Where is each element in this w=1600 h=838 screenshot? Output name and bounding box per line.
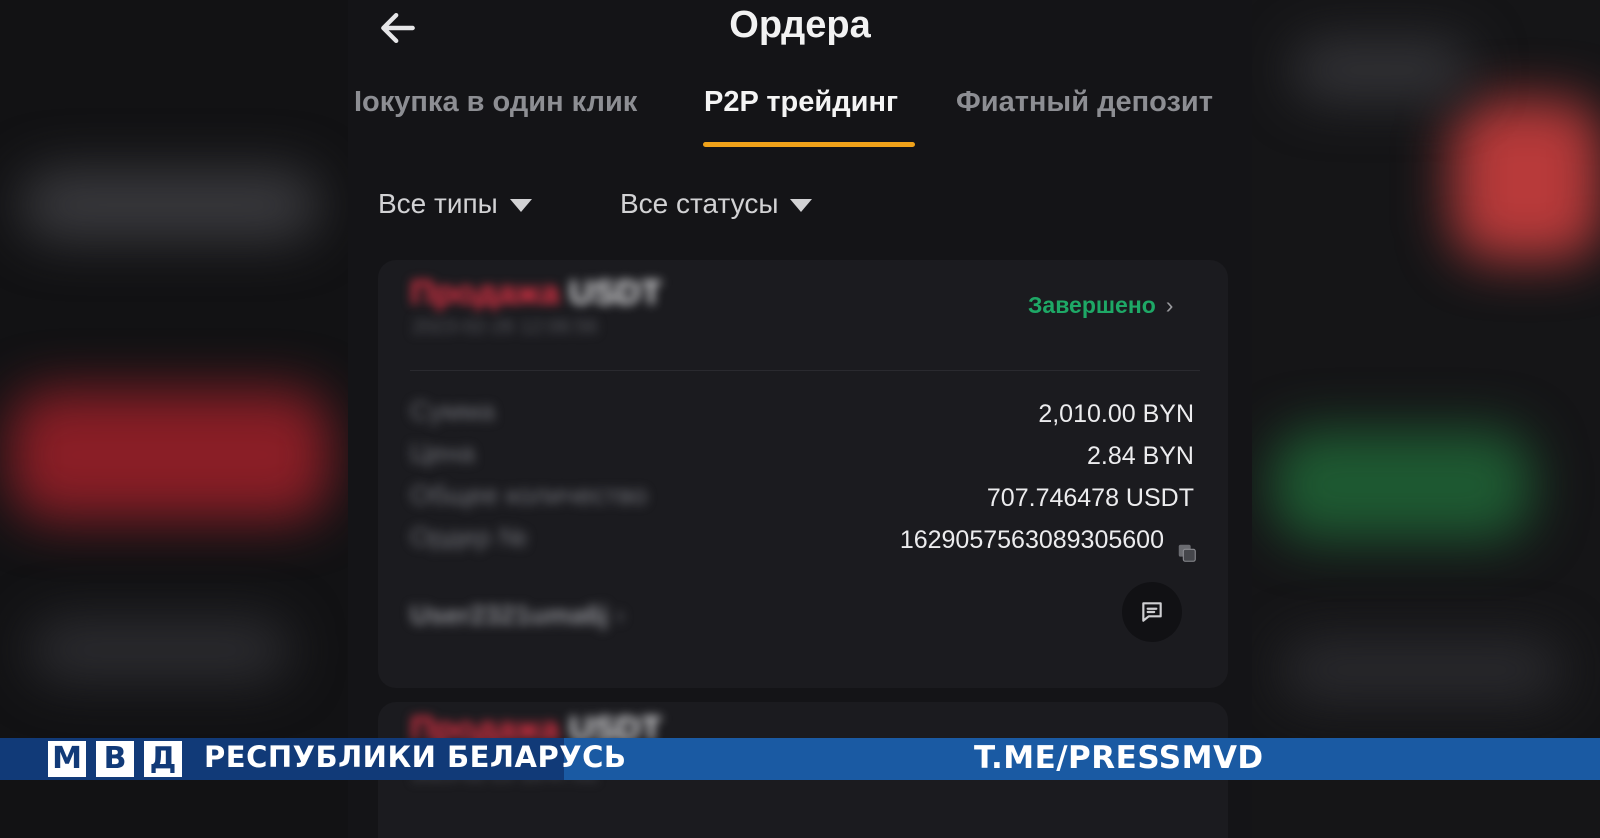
banner-org-name: РЕСПУБЛИКИ БЕЛАРУСЬ bbox=[204, 740, 627, 774]
active-tab-indicator bbox=[703, 142, 915, 147]
chat-icon bbox=[1142, 602, 1162, 622]
price-value: 2.84 BYN bbox=[1086, 442, 1194, 470]
amount-value: 2,010.00 BYN bbox=[1038, 400, 1194, 428]
status-badge: Завершено bbox=[1028, 292, 1156, 318]
tab-p2p-trading[interactable]: P2P трейдинг bbox=[704, 86, 898, 119]
telegram-link[interactable]: T.ME/PRESSMVD bbox=[974, 740, 1264, 776]
divider bbox=[410, 370, 1200, 371]
price-label: Цена bbox=[410, 438, 475, 468]
chevron-right-icon: › bbox=[615, 600, 625, 630]
status-filter-label: Все статусы bbox=[620, 188, 779, 219]
status-filter-dropdown[interactable]: Все статусы bbox=[620, 188, 813, 220]
order-type: Продажа USDT bbox=[410, 274, 661, 313]
chevron-right-icon: › bbox=[1165, 292, 1174, 318]
amount-label: Сумма bbox=[410, 396, 495, 426]
logo-letter-d: Д bbox=[144, 741, 182, 777]
order-number-value: 1629057563089305600 bbox=[899, 526, 1164, 554]
quantity-value: 707.746478 USDT bbox=[986, 484, 1194, 512]
tab-one-click-buy[interactable]: Іокупка в один клик bbox=[354, 86, 637, 119]
news-banner: М В Д РЕСПУБЛИКИ БЕЛАРУСЬ T.ME/PRESSMVD bbox=[0, 738, 1600, 780]
counterparty-label: User2321uma6j bbox=[410, 600, 609, 630]
type-filter-label: Все типы bbox=[378, 188, 498, 219]
top-bar: Ордера bbox=[348, 0, 1252, 60]
quantity-label: Общее количество bbox=[410, 480, 648, 510]
order-asset: USDT bbox=[568, 274, 662, 312]
logo-letter-m: М bbox=[48, 741, 86, 777]
order-date: 2023-02-26 12:06:56 bbox=[412, 316, 598, 338]
caret-down-icon bbox=[509, 199, 532, 213]
blurred-backdrop-right bbox=[1252, 0, 1600, 838]
counterparty-name[interactable]: User2321uma6j › bbox=[410, 600, 625, 631]
filter-bar: Все типы Все статусы bbox=[348, 184, 1252, 234]
caret-down-icon bbox=[790, 199, 813, 213]
tab-fiat-deposit[interactable]: Фиатный депозит bbox=[956, 86, 1213, 119]
tab-bar: Іокупка в один клик P2P трейдинг Фиатный… bbox=[348, 80, 1252, 150]
chat-button[interactable] bbox=[1122, 582, 1182, 642]
logo-letter-v: В bbox=[96, 741, 134, 777]
order-card[interactable]: Продажа USDT 2023-02-26 12:06:56 Заверше… bbox=[378, 260, 1228, 688]
blurred-backdrop-left bbox=[0, 0, 348, 838]
phone-screen: Ордера Іокупка в один клик P2P трейдинг … bbox=[348, 0, 1252, 838]
mvd-logo: М В Д bbox=[48, 741, 192, 777]
copy-icon[interactable] bbox=[1176, 542, 1198, 564]
order-number-label: Ордер № bbox=[410, 522, 528, 552]
type-filter-dropdown[interactable]: Все типы bbox=[378, 188, 532, 220]
page-title: Ордера bbox=[729, 4, 871, 46]
order-side: Продажа bbox=[410, 274, 560, 312]
banner-org-block: М В Д РЕСПУБЛИКИ БЕЛАРУСЬ bbox=[0, 738, 626, 780]
order-status-link[interactable]: Завершено › bbox=[1028, 292, 1173, 319]
